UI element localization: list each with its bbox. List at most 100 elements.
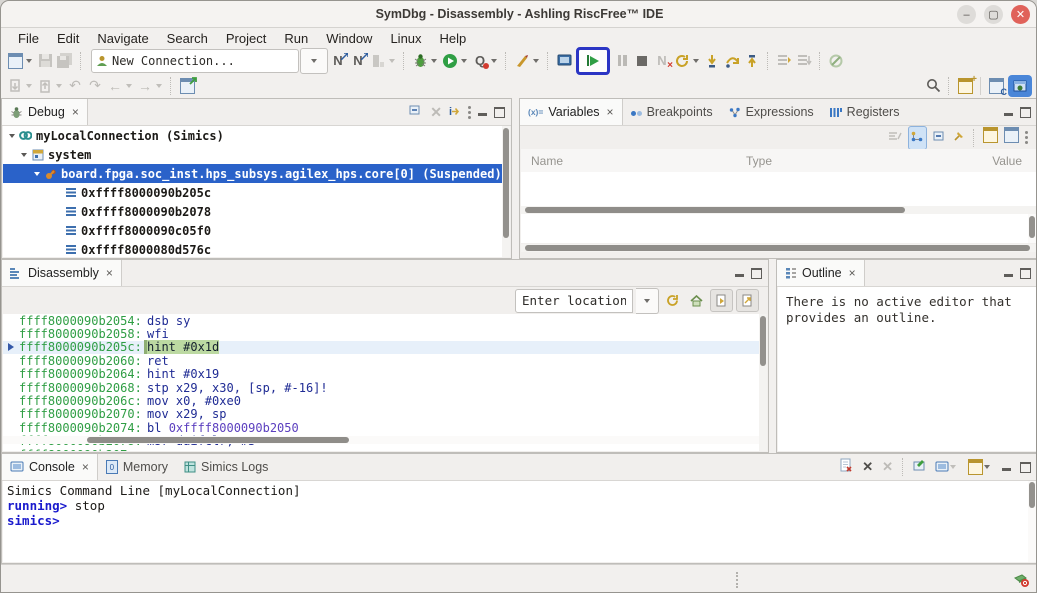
- next-annotation-icon[interactable]: [5, 76, 25, 96]
- connection-combo[interactable]: New Connection...: [91, 49, 299, 73]
- menu-navigate[interactable]: Navigate: [88, 28, 157, 48]
- next-annotation-chevron-icon[interactable]: [26, 84, 32, 88]
- disasm-line[interactable]: ffff8000090b2054:dsb sy: [3, 314, 759, 327]
- sync-with-context-icon[interactable]: [710, 289, 733, 312]
- forward-chevron-icon[interactable]: [156, 84, 162, 88]
- open-perspective-icon[interactable]: +: [955, 76, 975, 96]
- connection-combo-dropdown-button[interactable]: [300, 48, 328, 74]
- console-scrollbar[interactable]: [1028, 481, 1036, 562]
- location-dropdown-button[interactable]: [636, 288, 659, 314]
- clear-console-icon[interactable]: [840, 458, 853, 477]
- console-output[interactable]: Simics Command Line [myLocalConnection] …: [3, 481, 1036, 562]
- forward-icon[interactable]: →: [135, 76, 155, 96]
- tab-debug[interactable]: Debug ×: [2, 99, 88, 125]
- tab-expressions[interactable]: Expressions: [721, 99, 822, 125]
- maximize-panel-icon[interactable]: [1020, 268, 1031, 279]
- refresh-view-icon[interactable]: [662, 290, 683, 311]
- previous-annotation-icon[interactable]: [35, 76, 55, 96]
- previous-annotation-chevron-icon[interactable]: [56, 84, 62, 88]
- target-config-chevron-icon[interactable]: [389, 59, 395, 63]
- remove-all-terminated-icon[interactable]: ✕: [882, 459, 893, 475]
- tab-console[interactable]: Console ×: [2, 454, 98, 480]
- progress-indicator-icon[interactable]: [1012, 570, 1030, 593]
- run-icon[interactable]: [440, 51, 460, 71]
- stack-frame-item[interactable]: 0xffff8000090b2078: [3, 202, 510, 221]
- new-view-icon[interactable]: [983, 127, 998, 148]
- menu-window[interactable]: Window: [317, 28, 381, 48]
- show-type-names-icon[interactable]: [888, 129, 902, 147]
- connect-target-icon[interactable]: N: [328, 51, 348, 71]
- stack-frame-item[interactable]: 0xffff8000090c05f0: [3, 221, 510, 240]
- last-edit-location-icon[interactable]: ↶: [65, 76, 85, 96]
- view-menu-icon[interactable]: [468, 106, 471, 119]
- open-editor-icon[interactable]: [177, 76, 197, 96]
- collapse-all-icon[interactable]: [409, 103, 423, 121]
- terminate-icon[interactable]: [632, 51, 652, 71]
- connect-target-alt-icon[interactable]: N: [348, 51, 368, 71]
- disasm-line[interactable]: ffff8000090b2074:bl 0xffff8000090b2050: [3, 421, 759, 434]
- detail-scrollbar[interactable]: [1028, 214, 1036, 243]
- statusbar-grip[interactable]: [736, 572, 738, 588]
- minimize-window-button[interactable]: –: [957, 5, 976, 24]
- maximize-panel-icon[interactable]: [1020, 462, 1031, 473]
- suspend-icon[interactable]: [612, 51, 632, 71]
- column-value[interactable]: Value: [992, 154, 1036, 168]
- tab-breakpoints[interactable]: Breakpoints: [623, 99, 721, 125]
- step-return-icon[interactable]: [742, 51, 762, 71]
- tree-item-system[interactable]: system: [3, 145, 510, 164]
- tab-disassembly[interactable]: Disassembly ×: [2, 260, 122, 286]
- menu-help[interactable]: Help: [431, 28, 476, 48]
- home-location-icon[interactable]: [686, 290, 707, 311]
- scrollbar-thumb[interactable]: [503, 128, 509, 238]
- back-icon[interactable]: ←: [105, 76, 125, 96]
- target-config-icon[interactable]: [368, 51, 388, 71]
- pin-console-icon[interactable]: [913, 458, 926, 476]
- tree-item-connection[interactable]: myLocalConnection (Simics): [3, 126, 510, 145]
- debug-chevron-icon[interactable]: [431, 59, 437, 63]
- minimize-panel-icon[interactable]: [735, 274, 744, 277]
- resume-button[interactable]: [576, 47, 610, 75]
- close-tab-icon[interactable]: ×: [607, 105, 614, 119]
- column-type[interactable]: Type: [746, 154, 966, 168]
- chevron-down-icon[interactable]: [9, 134, 15, 138]
- maximize-panel-icon[interactable]: [751, 268, 762, 279]
- stack-frame-item[interactable]: 0xffff8000080d576c: [3, 240, 510, 257]
- close-tab-icon[interactable]: ×: [72, 105, 79, 119]
- menu-linux[interactable]: Linux: [381, 28, 430, 48]
- open-console-icon[interactable]: [968, 459, 993, 475]
- scrollbar-thumb[interactable]: [760, 316, 766, 366]
- skip-breakpoints-icon[interactable]: [826, 51, 846, 71]
- disasm-line[interactable]: ffff8000090b207c:: [3, 448, 759, 451]
- save-all-icon[interactable]: [55, 51, 75, 71]
- minimize-panel-icon[interactable]: [478, 113, 487, 116]
- flash-program-icon[interactable]: [512, 51, 532, 71]
- location-input[interactable]: [515, 289, 633, 313]
- display-console-icon[interactable]: [935, 461, 959, 473]
- new-wizard-chevron-icon[interactable]: [26, 59, 32, 63]
- variables-detail-hscrollbar[interactable]: [521, 244, 1036, 252]
- tab-registers[interactable]: Registers: [822, 99, 908, 125]
- disasm-line[interactable]: ffff8000090b2064:hint #0x19: [3, 368, 759, 381]
- scrollbar-thumb[interactable]: [525, 245, 1030, 251]
- menu-edit[interactable]: Edit: [48, 28, 88, 48]
- debug-tree-scrollbar[interactable]: [502, 126, 510, 257]
- save-icon[interactable]: [35, 51, 55, 71]
- menu-file[interactable]: File: [9, 28, 48, 48]
- step-over-icon[interactable]: [722, 51, 742, 71]
- disasm-line[interactable]: ffff8000090b206c:mov x0, #0xe0: [3, 394, 759, 407]
- disasm-line[interactable]: ffff8000090b2058:wfi: [3, 327, 759, 340]
- scrollbar-thumb[interactable]: [525, 207, 905, 213]
- close-tab-icon[interactable]: ×: [106, 266, 113, 280]
- scrollbar-thumb[interactable]: [87, 437, 349, 443]
- disasm-line[interactable]: ffff8000090b2060:ret: [3, 354, 759, 367]
- search-icon[interactable]: [923, 76, 943, 96]
- next-edit-location-icon[interactable]: ↷: [85, 76, 105, 96]
- disassembly-hscrollbar[interactable]: [3, 436, 759, 444]
- tab-variables[interactable]: (x)= Variables ×: [520, 99, 623, 125]
- instruction-step-mode-icon[interactable]: [774, 51, 794, 71]
- scrollbar-thumb[interactable]: [1029, 482, 1035, 508]
- menu-search[interactable]: Search: [158, 28, 217, 48]
- disasm-line[interactable]: ffff8000090b2068:stp x29, x30, [sp, #-16…: [3, 381, 759, 394]
- menu-project[interactable]: Project: [217, 28, 275, 48]
- tab-memory[interactable]: 0 Memory: [98, 454, 176, 480]
